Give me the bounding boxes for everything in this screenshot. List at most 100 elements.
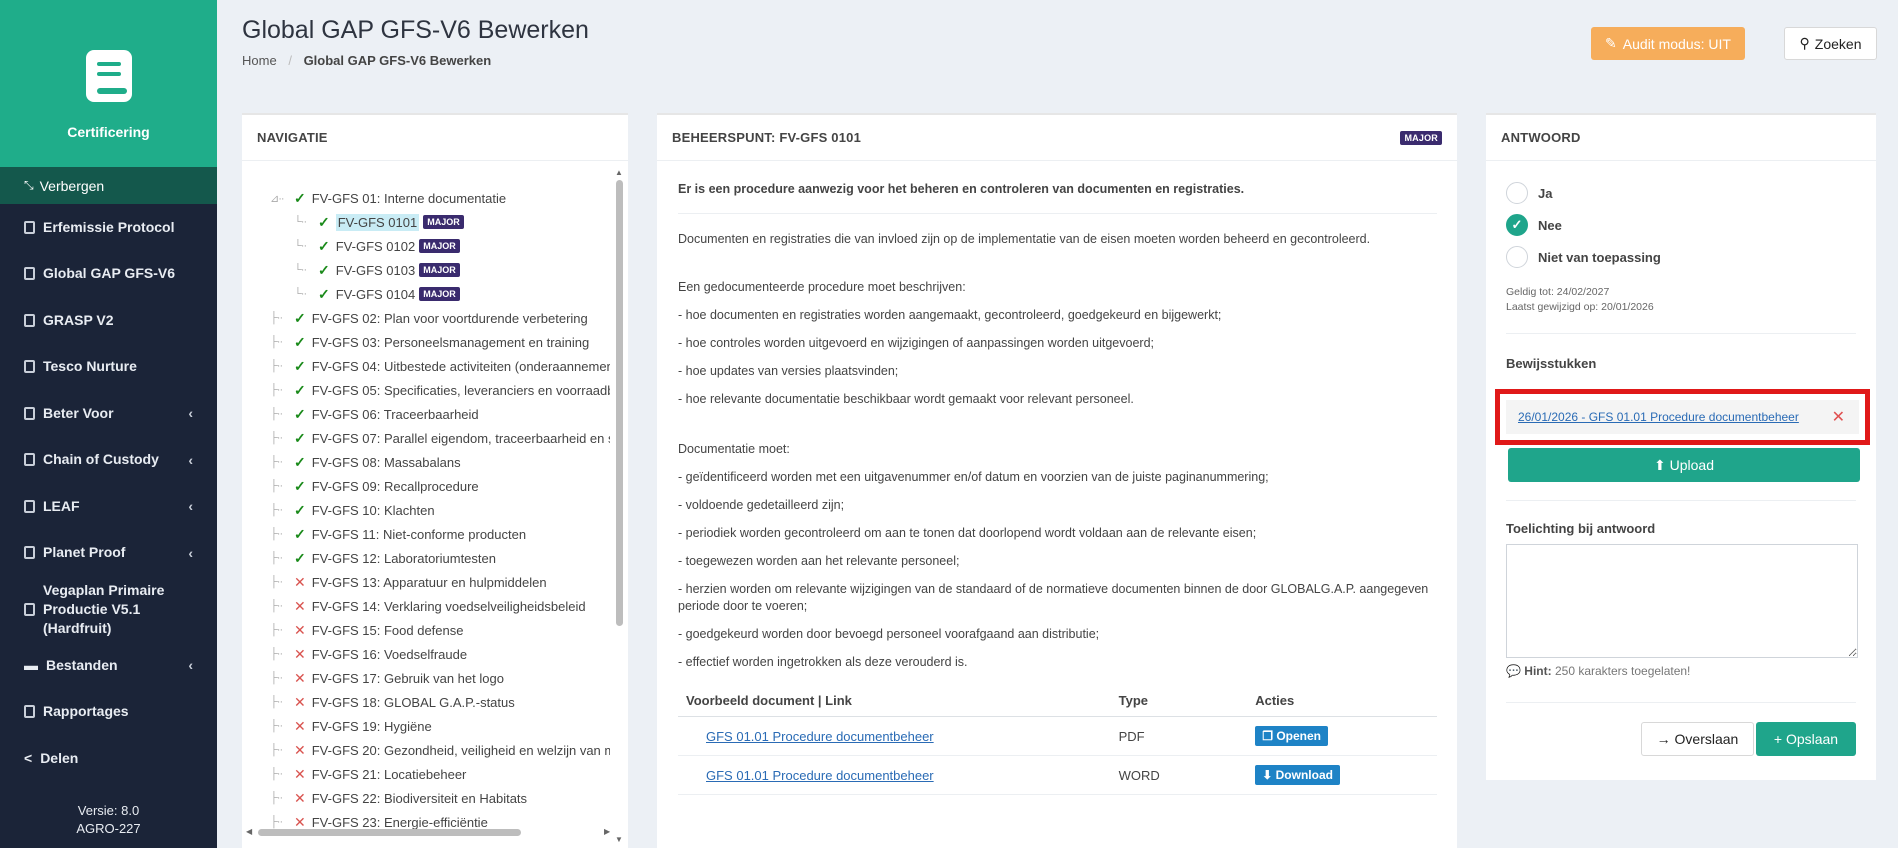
tree-node-label: FV-GFS 09: Recallprocedure bbox=[311, 478, 479, 494]
brand[interactable]: Certificering bbox=[0, 0, 217, 167]
tree-connector: ├·· bbox=[270, 576, 283, 588]
tree-node[interactable]: ├·· ✕ FV-GFS 22: Biodiversiteit en Habitat… bbox=[270, 786, 610, 810]
search-button[interactable]: ⚲ Zoeken bbox=[1784, 27, 1877, 60]
sidebar-item[interactable]: Chain of Custody ‹ bbox=[0, 437, 217, 484]
control-point-body: Er is een procedure aanwezig voor het be… bbox=[657, 182, 1457, 795]
tree-node[interactable]: ├·· ✕ FV-GFS 19: Hygiëne bbox=[270, 714, 610, 738]
tree-node-label: FV-GFS 14: Verklaring voedselveiligheids… bbox=[311, 598, 586, 614]
document-link[interactable]: GFS 01.01 Procedure documentbeheer bbox=[706, 768, 934, 783]
save-button[interactable]: + Opslaan bbox=[1756, 722, 1856, 756]
scroll-right-icon[interactable]: ▶ bbox=[604, 827, 610, 836]
tree-node[interactable]: ├·· ✓ FV-GFS 03: Personeelsmanagement en t… bbox=[270, 330, 610, 354]
tree-node-label: FV-GFS 07: Parallel eigendom, traceerbaa… bbox=[311, 430, 610, 446]
sidebar-item-label: Delen bbox=[40, 749, 79, 766]
tree-connector: ├·· bbox=[270, 552, 283, 564]
radio-icon[interactable]: ✓ bbox=[1506, 214, 1528, 236]
radio-icon[interactable] bbox=[1506, 246, 1528, 268]
horizontal-scrollbar[interactable]: ◀ ▶ bbox=[246, 827, 614, 837]
sidebar-item[interactable]: Beter Voor ‹ bbox=[0, 390, 217, 437]
comment-textarea[interactable] bbox=[1506, 544, 1858, 658]
sidebar-item-label: LEAF bbox=[43, 497, 80, 514]
breadcrumb-home[interactable]: Home bbox=[242, 53, 277, 68]
sidebar-item-label: Bestanden bbox=[46, 656, 118, 673]
sidebar-item[interactable]: Erfemissie Protocol bbox=[0, 204, 217, 251]
tree-connector: ├·· bbox=[270, 456, 283, 468]
tree-node[interactable]: ├·· ✕ FV-GFS 13: Apparatuur en hulpmiddele… bbox=[270, 570, 610, 594]
version-info: Versie: 8.0 AGRO-227 bbox=[0, 802, 217, 838]
tree-child-node[interactable]: └·· ✓ FV-GFS 0103 MAJOR bbox=[270, 258, 610, 282]
chevron-left-icon: ‹ bbox=[188, 451, 193, 468]
tree-node[interactable]: ├·· ✕ FV-GFS 18: GLOBAL G.A.P.-status bbox=[270, 690, 610, 714]
sidebar-item[interactable]: Vegaplan Primaire Productie V5.1 (Hardfr… bbox=[0, 576, 217, 642]
scroll-up-icon[interactable]: ▲ bbox=[615, 168, 623, 177]
sidebar-item[interactable]: ▬ Bestanden ‹ bbox=[0, 642, 217, 689]
check-icon: ✓ bbox=[294, 189, 306, 206]
scroll-thumb[interactable] bbox=[258, 829, 521, 836]
comment-title: Toelichting bij antwoord bbox=[1506, 521, 1656, 536]
tree-node-label: FV-GFS 11: Niet-conforme producten bbox=[311, 526, 527, 542]
scroll-down-icon[interactable]: ▼ bbox=[615, 835, 623, 844]
upload-button[interactable]: ⬆ Upload bbox=[1508, 448, 1860, 482]
tree-node[interactable]: ├·· ✕ FV-GFS 14: Verklaring voedselveiligh… bbox=[270, 594, 610, 618]
tree-child-node[interactable]: └·· ✓ FV-GFS 0104 MAJOR bbox=[270, 282, 610, 306]
remove-icon[interactable]: ✕ bbox=[1832, 407, 1845, 427]
answer-title: ANTWOORD bbox=[1486, 115, 1876, 161]
control-point-panel: BEHEERSPUNT: FV-GFS 0101 MAJOR Er is een… bbox=[657, 113, 1457, 848]
sidebar-item[interactable]: < Delen bbox=[0, 735, 217, 782]
tree-child-node[interactable]: └·· ✓ FV-GFS 0102 MAJOR bbox=[270, 234, 610, 258]
sidebar-item[interactable]: GRASP V2 bbox=[0, 297, 217, 344]
tree-node[interactable]: ├·· ✓ FV-GFS 06: Traceerbaarheid bbox=[270, 402, 610, 426]
upload-label: Upload bbox=[1669, 456, 1714, 473]
tree-node[interactable]: ├·· ✕ FV-GFS 17: Gebruik van het logo bbox=[270, 666, 610, 690]
tree-node[interactable]: ├·· ✓ FV-GFS 02: Plan voor voortdurende ve… bbox=[270, 306, 610, 330]
sidebar-item[interactable]: Planet Proof ‹ bbox=[0, 530, 217, 577]
document-icon bbox=[24, 602, 35, 616]
scroll-left-icon[interactable]: ◀ bbox=[246, 827, 252, 836]
tree-node[interactable]: ⊿·· ✓ FV-GFS 01: Interne documentatie bbox=[270, 186, 610, 210]
copy-icon: ❐ bbox=[1262, 729, 1277, 743]
tree-node[interactable]: ├·· ✕ FV-GFS 16: Voedselfraude bbox=[270, 642, 610, 666]
sidebar-item[interactable]: LEAF ‹ bbox=[0, 483, 217, 530]
tree-node[interactable]: ├·· ✕ FV-GFS 21: Locatiebeheer bbox=[270, 762, 610, 786]
download-button[interactable]: ⬇ Download bbox=[1255, 765, 1340, 785]
sidebar-hide-toggle[interactable]: ⤡ Verbergen bbox=[0, 167, 217, 204]
audit-mode-button[interactable]: ✎ Audit modus: UIT bbox=[1591, 27, 1745, 60]
tree-child-node[interactable]: └·· ✓ FV-GFS 0101 MAJOR bbox=[270, 210, 610, 234]
tree-node[interactable]: ├·· ✕ FV-GFS 15: Food defense bbox=[270, 618, 610, 642]
vertical-scrollbar[interactable]: ▲ ▼ bbox=[614, 168, 624, 844]
tree-node[interactable]: ├·· ✓ FV-GFS 09: Recallprocedure bbox=[270, 474, 610, 498]
control-point-lead: Er is een procedure aanwezig voor het be… bbox=[678, 182, 1437, 214]
radio-icon[interactable] bbox=[1506, 182, 1528, 204]
answer-option[interactable]: Ja bbox=[1506, 177, 1856, 209]
open-button[interactable]: ❐ Openen bbox=[1255, 726, 1328, 746]
tree-node[interactable]: ├·· ✓ FV-GFS 08: Massabalans bbox=[270, 450, 610, 474]
list-item: - hoe controles worden uitgevoerd en wij… bbox=[678, 336, 1155, 350]
check-icon: ✓ bbox=[294, 333, 306, 350]
tree-node[interactable]: ├·· ✓ FV-GFS 11: Niet-conforme producten bbox=[270, 522, 610, 546]
document-type: WORD bbox=[1110, 755, 1248, 795]
sidebar: Certificering ⤡ Verbergen Erfemissie Pro… bbox=[0, 0, 217, 848]
check-icon: ✓ bbox=[294, 429, 306, 446]
tree-node[interactable]: ├·· ✕ FV-GFS 20: Gezondheid, veiligheid en… bbox=[270, 738, 610, 762]
plus-icon: + bbox=[1773, 731, 1786, 747]
tree-connector: ├·· bbox=[270, 528, 283, 540]
tree-node[interactable]: ├·· ✓ FV-GFS 04: Uitbestede activiteiten (… bbox=[270, 354, 610, 378]
sidebar-item[interactable]: Rapportages bbox=[0, 689, 217, 736]
tree-node-label: FV-GFS 12: Laboratoriumtesten bbox=[311, 550, 496, 566]
sidebar-item[interactable]: Tesco Nurture bbox=[0, 344, 217, 391]
document-link[interactable]: GFS 01.01 Procedure documentbeheer bbox=[706, 729, 934, 744]
skip-button[interactable]: → Overslaan bbox=[1641, 722, 1754, 756]
tree-connector: ├·· bbox=[270, 504, 283, 516]
answer-option[interactable]: ✓ Nee bbox=[1506, 209, 1856, 241]
evidence-file-link[interactable]: 26/01/2026 - GFS 01.01 Procedure documen… bbox=[1518, 410, 1799, 424]
navigation-tree: ⊿·· ✓ FV-GFS 01: Interne documentatie └·· ✓ F… bbox=[270, 186, 610, 836]
tree-node[interactable]: ├·· ✓ FV-GFS 12: Laboratoriumtesten bbox=[270, 546, 610, 570]
answer-option-label: Nee bbox=[1538, 217, 1562, 233]
tree-connector: ├·· bbox=[270, 432, 283, 444]
answer-option[interactable]: Niet van toepassing bbox=[1506, 241, 1856, 273]
scroll-thumb[interactable] bbox=[616, 180, 623, 626]
tree-node[interactable]: ├·· ✓ FV-GFS 10: Klachten bbox=[270, 498, 610, 522]
sidebar-item[interactable]: Global GAP GFS-V6 bbox=[0, 251, 217, 298]
tree-node[interactable]: ├·· ✓ FV-GFS 05: Specificaties, leverancie… bbox=[270, 378, 610, 402]
tree-node[interactable]: ├·· ✓ FV-GFS 07: Parallel eigendom, tracee… bbox=[270, 426, 610, 450]
